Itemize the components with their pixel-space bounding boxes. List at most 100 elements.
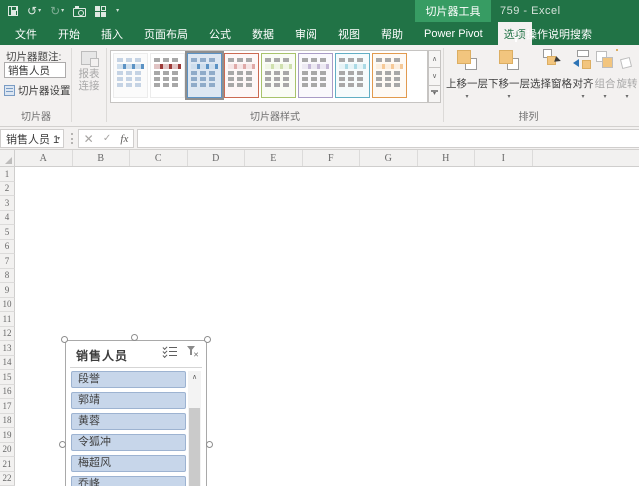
arrange-group: 上移一层 ▾ 下移一层 ▾ 选择窗格 对齐 ▾ 组合 ▾ 旋转 ▾ [446,49,638,100]
name-box-dropdown-icon[interactable]: ▾ [57,135,60,142]
slicer-item[interactable]: 黄蓉 [71,413,186,430]
row-header[interactable]: 4 [0,210,15,225]
resize-handle[interactable] [204,336,211,343]
undo-icon[interactable]: ↺ ▾ [27,5,41,17]
row-header[interactable]: 9 [0,283,15,298]
row-header[interactable]: 20 [0,442,15,457]
save-icon[interactable] [8,6,18,16]
ribbon-tab[interactable]: 开始 [52,22,86,45]
ribbon-tab[interactable]: 文件 [9,22,43,45]
worksheet[interactable]: ABCDEFGHI 1 2 3 4 5 6 7 8 9 10 11 12 13 14 15 16 17 18 19 2… [0,150,639,486]
slicer-item[interactable]: 段誉 [71,371,186,388]
ribbon-tab[interactable]: 审阅 [289,22,323,45]
undo-dropdown-icon[interactable]: ▾ [38,8,41,14]
arrange-button[interactable]: 对齐 ▾ [572,49,594,100]
slicer-style-thumbnail[interactable] [224,53,259,98]
scrollbar-thumb[interactable] [189,408,200,486]
row-header[interactable]: 19 [0,428,15,443]
slicer-item[interactable]: 郭靖 [71,392,186,409]
slicer-item[interactable]: 令狐冲 [71,434,186,451]
arrange-dropdown-icon[interactable]: ▾ [603,93,606,100]
resize-handle[interactable] [206,441,213,448]
row-header[interactable]: 10 [0,297,15,312]
row-header[interactable]: 5 [0,225,15,240]
arrange-button[interactable]: 选择窗格 [530,49,572,100]
slicer-caption-input[interactable] [4,62,66,78]
slicer-style-thumbnail[interactable] [185,51,224,100]
column-header[interactable]: C [130,150,188,166]
column-header[interactable]: G [360,150,418,166]
slicer-style-thumbnail[interactable] [150,53,185,98]
column-header[interactable]: F [303,150,360,166]
row-header[interactable]: 6 [0,239,15,254]
formula-input[interactable] [137,129,639,148]
arrange-button-icon [616,49,638,71]
formula-bar-grip[interactable] [71,133,73,144]
column-header[interactable]: I [475,150,533,166]
row-header[interactable]: 1 [0,167,15,182]
arrange-button[interactable]: 旋转 ▾ [616,49,638,100]
column-header[interactable]: D [188,150,245,166]
column-header[interactable]: B [73,150,130,166]
slicer-style-thumbnail[interactable] [261,53,296,98]
camera-icon[interactable] [73,5,87,17]
row-header[interactable]: 11 [0,312,15,327]
row-header[interactable]: 7 [0,254,15,269]
slicer-body[interactable]: 销售人员 ✕ 段誉郭靖黄蓉令狐冲梅超风乔峰虚竹杨过 ∧ ∨ [65,340,207,486]
row-header[interactable]: 13 [0,341,15,356]
column-header[interactable]: E [245,150,303,166]
ribbon-tab[interactable]: 插入 [95,22,129,45]
row-header[interactable]: 2 [0,181,15,196]
slicer-item[interactable]: 乔峰 [71,476,186,486]
gallery-scroll-down-icon[interactable]: ∨ [428,68,441,86]
slicer[interactable]: 销售人员 ✕ 段誉郭靖黄蓉令狐冲梅超风乔峰虚竹杨过 ∧ ∨ [59,334,213,486]
switch-windows-icon[interactable] [95,5,107,17]
row-header[interactable]: 14 [0,355,15,370]
name-box[interactable]: 销售人员 1 ▾ [0,129,64,148]
arrange-group-label: 排列 [518,112,539,123]
resize-handle[interactable] [131,334,138,341]
row-header[interactable]: 3 [0,196,15,211]
arrange-button[interactable]: 下移一层 ▾ [488,49,530,100]
ribbon-tab[interactable]: 帮助 [375,22,409,45]
customize-qat-icon[interactable]: ▾ [115,8,119,14]
slicer-item[interactable]: 梅超风 [71,455,186,472]
multi-select-icon[interactable] [162,345,177,358]
arrange-dropdown-icon[interactable]: ▾ [507,93,510,100]
column-header[interactable]: H [418,150,475,166]
slicer-settings-button[interactable]: 切片器设置 [4,83,71,98]
row-header[interactable]: 22 [0,471,15,486]
slicer-style-thumbnail[interactable] [372,53,407,98]
gallery-more-icon[interactable]: ▾ [428,85,441,103]
arrange-button[interactable]: 组合 ▾ [594,49,616,100]
tell-me-search[interactable]: 操作说明搜索 [512,22,592,45]
ribbon-tab[interactable]: 数据 [246,22,280,45]
row-header[interactable]: 16 [0,384,15,399]
ribbon-tab[interactable]: 视图 [332,22,366,45]
resize-handle[interactable] [59,441,66,448]
row-header[interactable]: 8 [0,268,15,283]
row-header[interactable]: 12 [0,326,15,341]
arrange-dropdown-icon[interactable]: ▾ [465,93,468,100]
gallery-scroll-up-icon[interactable]: ∧ [428,50,441,69]
slicer-style-thumbnail[interactable] [335,53,370,98]
row-header[interactable]: 17 [0,399,15,414]
slicer-scrollbar[interactable]: ∧ ∨ [188,371,201,486]
arrange-dropdown-icon[interactable]: ▾ [581,93,584,100]
ribbon: 切片器题注: 切片器设置 报表 连接 切片器 [0,45,639,127]
row-header[interactable]: 21 [0,457,15,472]
resize-handle[interactable] [61,336,68,343]
arrange-dropdown-icon[interactable]: ▾ [625,93,628,100]
arrange-button[interactable]: 上移一层 ▾ [446,49,488,100]
slicer-style-thumbnail[interactable] [113,53,148,98]
ribbon-tab[interactable]: 公式 [203,22,237,45]
ribbon-tab[interactable]: Power Pivot [418,22,489,45]
slicer-style-thumbnail[interactable] [298,53,333,98]
ribbon-tab[interactable]: 页面布局 [138,22,194,45]
column-header[interactable]: A [15,150,73,166]
select-all-button[interactable] [0,150,15,166]
row-header[interactable]: 15 [0,370,15,385]
scroll-up-icon[interactable]: ∧ [188,371,201,383]
insert-function-icon[interactable]: fx [120,133,128,145]
row-header[interactable]: 18 [0,413,15,428]
